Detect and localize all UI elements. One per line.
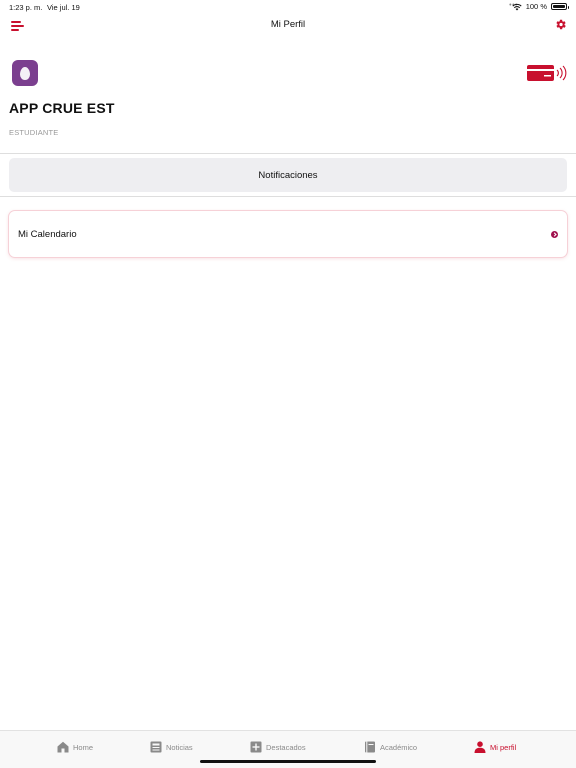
book-icon	[365, 741, 375, 753]
tab-label: Mi perfil	[490, 742, 517, 752]
notifications-label: Notificaciones	[258, 169, 318, 181]
contactless-card-icon[interactable]	[527, 64, 567, 82]
tab-profile[interactable]: Mi perfil	[474, 740, 516, 754]
user-name: APP CRUE EST	[9, 100, 115, 116]
person-icon	[474, 741, 486, 753]
battery-fill	[553, 5, 565, 8]
calendar-label: Mi Calendario	[18, 228, 77, 240]
navigation-bar: Mi Perfil	[0, 14, 576, 36]
status-time: 1:23 p. m.	[9, 3, 43, 12]
calendar-menu-item[interactable]: Mi Calendario	[9, 211, 567, 257]
notifications-button[interactable]: Notificaciones	[9, 158, 567, 192]
plus-icon	[250, 741, 262, 753]
user-role: ESTUDIANTE	[9, 128, 59, 137]
tab-label: Destacados	[266, 742, 306, 752]
battery-icon	[551, 3, 569, 10]
tab-label: Home	[73, 742, 94, 752]
profile-screen: 1:23 p. m. Vie jul. 19 ••• 100 % Mi Perf…	[0, 0, 576, 768]
status-bar: 1:23 p. m. Vie jul. 19 ••• 100 %	[0, 0, 576, 14]
tab-label: Noticias	[166, 742, 193, 752]
divider	[0, 153, 576, 154]
tab-academic[interactable]: Académico	[364, 740, 417, 754]
status-date: Vie jul. 19	[47, 3, 80, 12]
home-indicator[interactable]	[200, 760, 376, 763]
divider	[0, 196, 576, 197]
chevron-right-icon	[551, 230, 558, 238]
gear-icon[interactable]	[554, 18, 567, 31]
wifi-icon	[512, 3, 522, 10]
tab-home[interactable]: Home	[57, 740, 93, 754]
page-title: Mi Perfil	[270, 19, 306, 30]
tab-label: Académico	[380, 742, 418, 752]
tab-news[interactable]: Noticias	[150, 740, 193, 754]
battery-percent: 100 %	[525, 2, 547, 11]
avatar[interactable]	[12, 60, 38, 86]
egg-icon	[20, 66, 30, 80]
status-indicators: 100 %	[512, 2, 569, 11]
home-icon	[57, 741, 69, 753]
tab-featured[interactable]: Destacados	[250, 740, 306, 754]
news-icon	[150, 741, 162, 753]
